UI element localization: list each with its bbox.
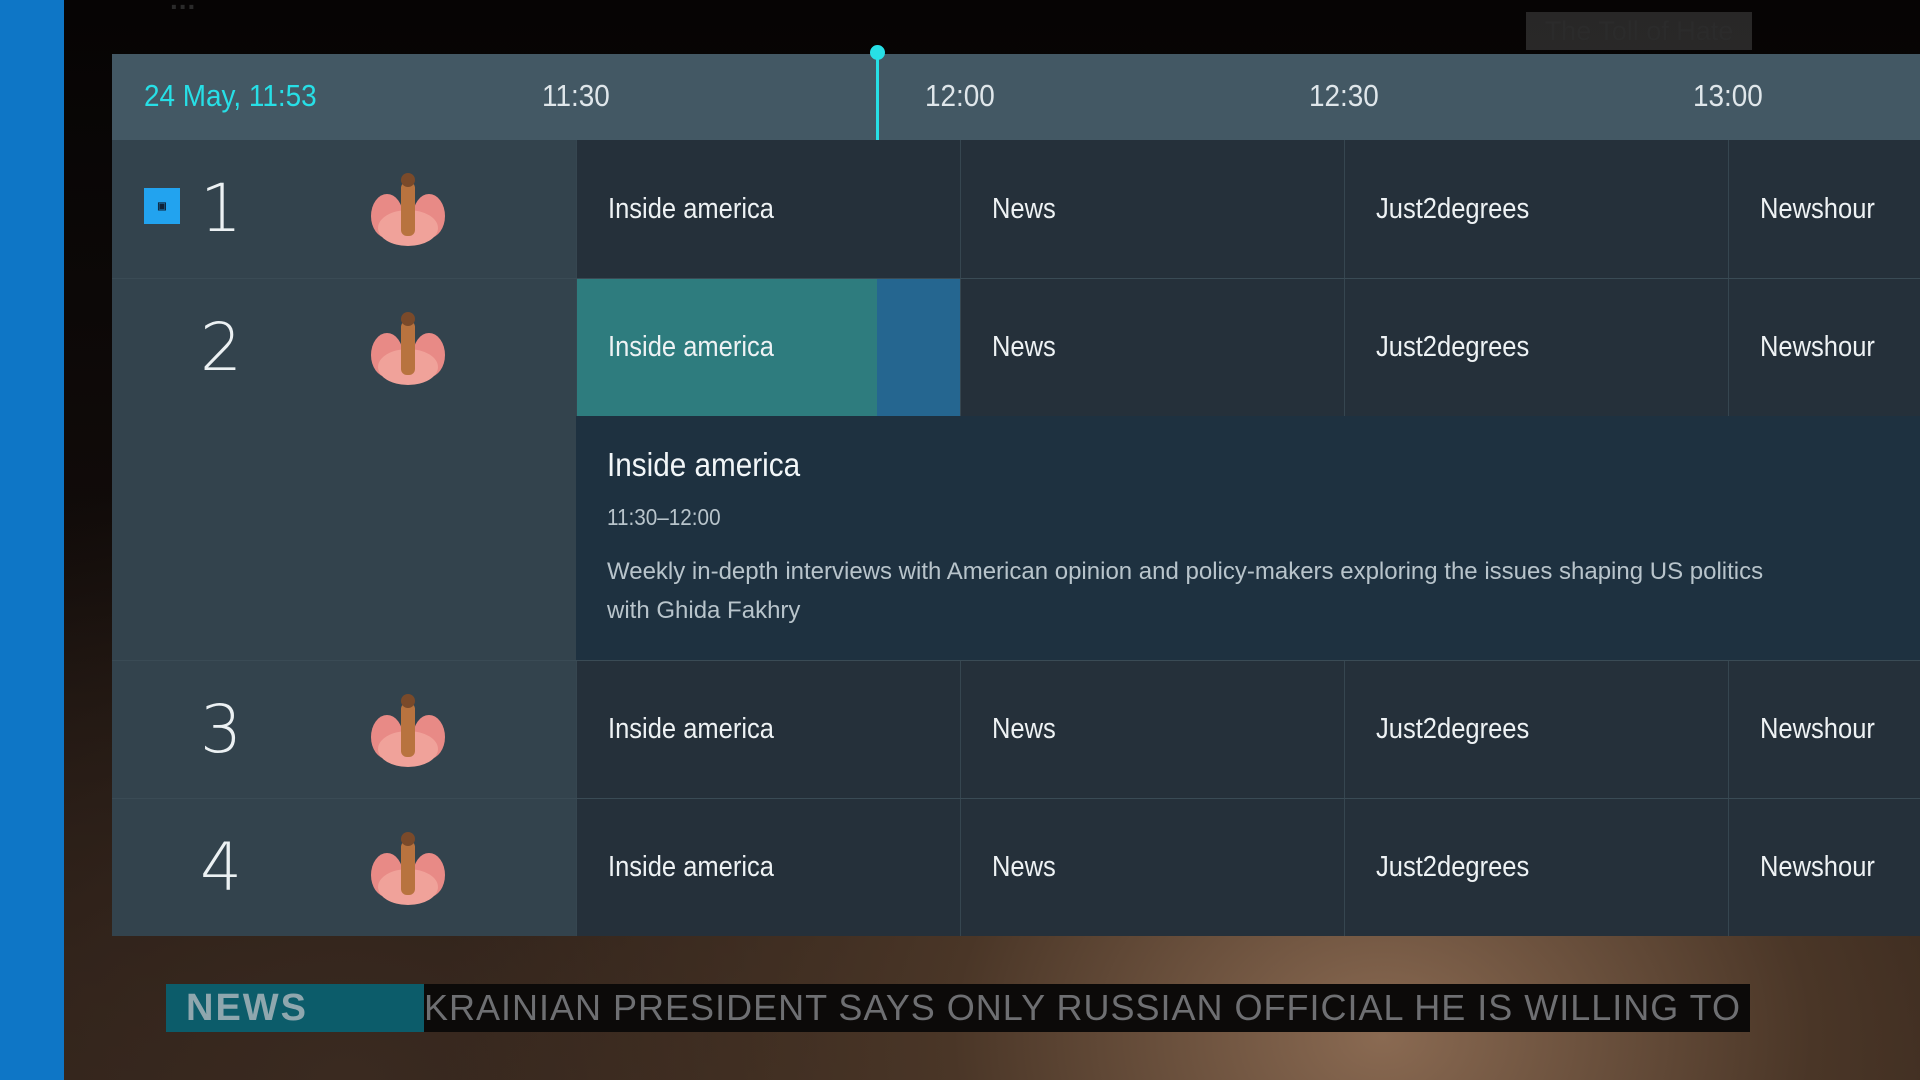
program-details-title: Inside america bbox=[607, 446, 801, 483]
program-cell[interactable]: Inside america bbox=[576, 661, 960, 798]
program-cell[interactable]: Inside america bbox=[576, 140, 960, 278]
time-slot-1200: 12:00 bbox=[925, 78, 995, 113]
timeline-header: 24 May, 11:53 11:30 12:00 12:30 13:00 bbox=[112, 54, 1920, 140]
channel-logo-icon bbox=[371, 832, 445, 905]
channel-row-2-programs: Inside america News Just2degrees Newshou… bbox=[112, 279, 1920, 416]
channel-number: 1 bbox=[200, 170, 242, 247]
current-datetime: 24 May, 11:53 bbox=[144, 78, 317, 113]
channel-number: 4 bbox=[200, 829, 242, 906]
background-partial-title: ... bbox=[170, 0, 196, 16]
channel-row-3: 3 Inside america News Just2degrees Newsh… bbox=[112, 661, 1920, 798]
ticker-text: KRAINIAN PRESIDENT SAYS ONLY RUSSIAN OFF… bbox=[424, 987, 1750, 1028]
program-cell[interactable]: Just2degrees bbox=[1344, 140, 1728, 278]
side-strip bbox=[0, 0, 64, 1080]
time-slot-1300: 13:00 bbox=[1693, 78, 1763, 113]
time-slot-1230: 12:30 bbox=[1309, 78, 1379, 113]
program-cell[interactable]: Newshour bbox=[1728, 799, 1920, 936]
program-details-panel: Inside america 11:30–12:00 Weekly in-dep… bbox=[576, 416, 1920, 660]
program-cell[interactable]: Newshour bbox=[1728, 279, 1920, 416]
channel-info-4: 4 bbox=[112, 799, 576, 936]
tv-guide-grid: 24 May, 11:53 11:30 12:00 12:30 13:00 ▣ … bbox=[112, 45, 1920, 936]
background-caption: The Toll of Hate bbox=[1526, 12, 1752, 50]
program-cell[interactable]: News bbox=[960, 279, 1344, 416]
channel-info-1: ▣ 1 bbox=[112, 140, 576, 278]
channel-number: 3 bbox=[200, 691, 242, 768]
program-remaining-indicator bbox=[877, 279, 960, 416]
news-ticker: NEWS KRAINIAN PRESIDENT SAYS ONLY RUSSIA… bbox=[166, 984, 1750, 1032]
program-cell[interactable]: Just2degrees bbox=[1344, 661, 1728, 798]
program-cell[interactable]: Newshour bbox=[1728, 661, 1920, 798]
recording-badge-icon: ▣ bbox=[144, 188, 180, 224]
program-cell[interactable]: News bbox=[960, 799, 1344, 936]
program-cell-focused[interactable]: Inside america bbox=[576, 279, 877, 416]
program-cell[interactable]: Inside america bbox=[576, 799, 960, 936]
program-cell[interactable]: News bbox=[960, 661, 1344, 798]
program-cell[interactable]: News bbox=[960, 140, 1344, 278]
channel-row-4: 4 Inside america News Just2degrees Newsh… bbox=[112, 799, 1920, 936]
channel-logo-icon bbox=[371, 694, 445, 767]
time-slot-1130: 11:30 bbox=[542, 78, 610, 113]
channel-logo-icon bbox=[371, 173, 445, 246]
program-cell[interactable]: Just2degrees bbox=[1344, 799, 1728, 936]
program-cell[interactable]: Just2degrees bbox=[1344, 279, 1728, 416]
program-cell[interactable]: Newshour bbox=[1728, 140, 1920, 278]
current-time-dot-icon bbox=[870, 45, 885, 60]
channel-info-3: 3 bbox=[112, 661, 576, 798]
program-details-description: Weekly in-depth interviews with American… bbox=[607, 558, 1764, 624]
channel-row-1: ▣ 1 Inside america News Just2degrees New… bbox=[112, 140, 1920, 278]
program-details-time: 11:30–12:00 bbox=[607, 504, 721, 530]
ticker-badge: NEWS bbox=[166, 984, 424, 1032]
current-time-indicator bbox=[876, 54, 879, 140]
